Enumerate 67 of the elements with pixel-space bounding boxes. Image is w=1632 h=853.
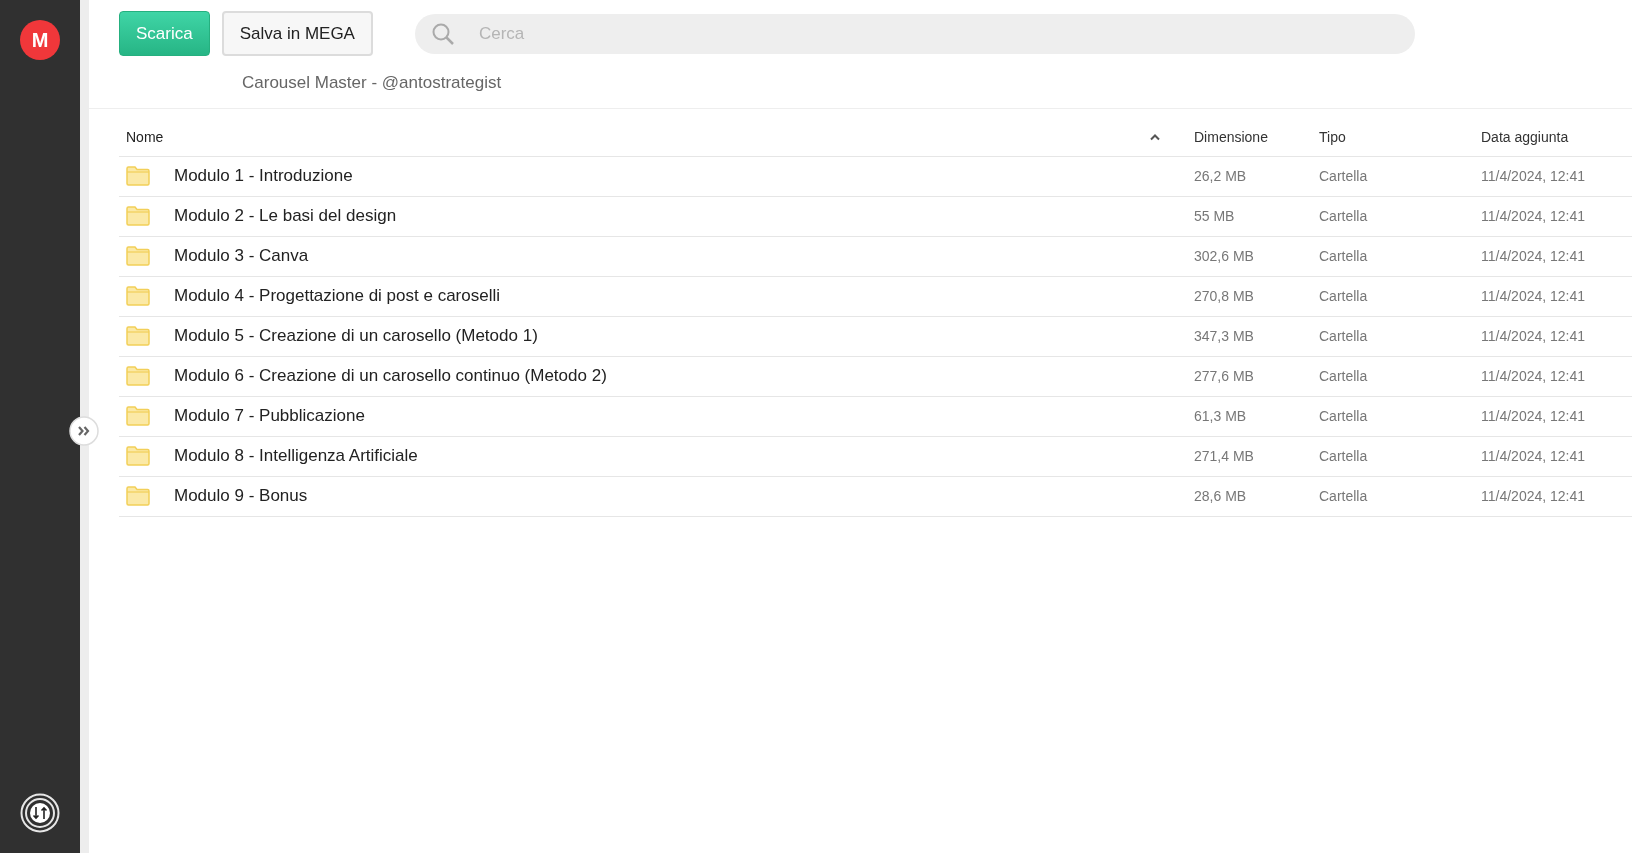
size-cell: 277,6 MB — [1194, 368, 1254, 384]
folder-name: Modulo 1 - Introduzione — [174, 165, 353, 188]
folder-row[interactable]: Modulo 1 - Introduzione 26,2 MB Cartella 11/4/2024, 12:41 — [119, 156, 1632, 197]
date-cell: 11/4/2024, 12:41 — [1481, 248, 1586, 264]
date-cell: 11/4/2024, 12:41 — [1481, 368, 1586, 384]
size-cell: 270,8 MB — [1194, 288, 1254, 304]
date-cell: 11/4/2024, 12:41 — [1481, 408, 1586, 424]
date-cell: 11/4/2024, 12:41 — [1481, 208, 1586, 224]
type-cell: Cartella — [1319, 488, 1368, 504]
size-cell: 28,6 MB — [1194, 488, 1247, 504]
date-cell: 11/4/2024, 12:41 — [1481, 488, 1586, 504]
folder-row[interactable]: Modulo 7 - Pubblicazione 61,3 MB Cartella 11/4/2024, 12:41 — [119, 396, 1632, 437]
size-cell: 61,3 MB — [1194, 408, 1247, 424]
folder-icon — [126, 166, 150, 186]
search-bar[interactable]: Cerca — [414, 13, 1415, 54]
folder-name: Modulo 6 - Creazione di un carosello continuo (Metodo 2) — [174, 365, 607, 388]
size-cell: 26,2 MB — [1194, 168, 1247, 184]
folder-icon — [126, 326, 150, 346]
folder-name: Modulo 2 - Le basi del design — [174, 205, 397, 228]
type-cell: Cartella — [1319, 448, 1368, 464]
folder-title: Carousel Master - @antostrategist — [242, 73, 502, 92]
sort-caret-icon[interactable] — [1149, 133, 1161, 141]
folder-icon — [126, 286, 150, 306]
size-cell: 302,6 MB — [1194, 248, 1254, 264]
column-header[interactable]: Data aggiunta — [1481, 126, 1569, 148]
type-cell: Cartella — [1319, 408, 1368, 424]
type-cell: Cartella — [1319, 208, 1368, 224]
folder-name: Modulo 8 - Intelligenza Artificiale — [174, 445, 418, 468]
transfer-icon[interactable] — [20, 793, 60, 833]
column-header[interactable]: Nome — [126, 126, 164, 148]
date-cell: 11/4/2024, 12:41 — [1481, 448, 1586, 464]
folder-name: Modulo 5 - Creazione di un carosello (Metodo 1) — [174, 325, 538, 348]
folder-icon — [126, 366, 150, 386]
size-cell: 347,3 MB — [1194, 328, 1254, 344]
type-cell: Cartella — [1319, 248, 1368, 264]
folder-row[interactable]: Modulo 9 - Bonus 28,6 MB Cartella 11/4/2024, 12:41 — [119, 476, 1632, 517]
folder-name: Modulo 9 - Bonus — [174, 485, 308, 508]
type-cell: Cartella — [1319, 328, 1368, 344]
folder-icon — [126, 406, 150, 426]
expand-chevrons-icon[interactable] — [69, 416, 99, 446]
column-header[interactable]: Tipo — [1319, 126, 1346, 148]
type-cell: Cartella — [1319, 168, 1368, 184]
folder-name: Modulo 3 - Canva — [174, 245, 309, 268]
size-cell: 55 MB — [1194, 208, 1235, 224]
folder-row[interactable]: Modulo 3 - Canva 302,6 MB Cartella 11/4/2024, 12:41 — [119, 236, 1632, 277]
type-cell: Cartella — [1319, 288, 1368, 304]
date-cell: 11/4/2024, 12:41 — [1481, 328, 1586, 344]
type-cell: Cartella — [1319, 368, 1368, 384]
save-button[interactable]: Salva in MEGA — [221, 11, 373, 56]
folder-row[interactable]: Modulo 2 - Le basi del design 55 MB Cartella 11/4/2024, 12:41 — [119, 196, 1632, 237]
folder-icon — [126, 446, 150, 466]
folder-row[interactable]: Modulo 5 - Creazione di un carosello (Metodo 1) 347,3 MB Cartella 11/4/2024, 12:41 — [119, 316, 1632, 357]
folder-row[interactable]: Modulo 8 - Intelligenza Artificiale 271,4 MB Cartella 11/4/2024, 12:41 — [119, 436, 1632, 477]
folder-name: Modulo 4 - Progettazione di post e caroselli — [174, 285, 500, 308]
folder-icon — [126, 206, 150, 226]
date-cell: 11/4/2024, 12:41 — [1481, 288, 1586, 304]
size-cell: 271,4 MB — [1194, 448, 1254, 464]
logo[interactable]: M — [20, 20, 60, 60]
search-icon — [430, 21, 455, 46]
folder-row[interactable]: Modulo 6 - Creazione di un carosello continuo (Metodo 2) 277,6 MB Cartella 11/4/2024, 12:41 — [119, 356, 1632, 397]
search-input[interactable]: Cerca — [478, 20, 1399, 47]
folder-icon — [126, 246, 150, 266]
folder-icon — [126, 486, 150, 506]
date-cell: 11/4/2024, 12:41 — [1481, 168, 1586, 184]
column-header[interactable]: Dimensione — [1194, 126, 1268, 148]
folder-name: Modulo 7 - Pubblicazione — [174, 405, 365, 428]
folder-row[interactable]: Modulo 4 - Progettazione di post e caroselli 270,8 MB Cartella 11/4/2024, 12:41 — [119, 276, 1632, 317]
